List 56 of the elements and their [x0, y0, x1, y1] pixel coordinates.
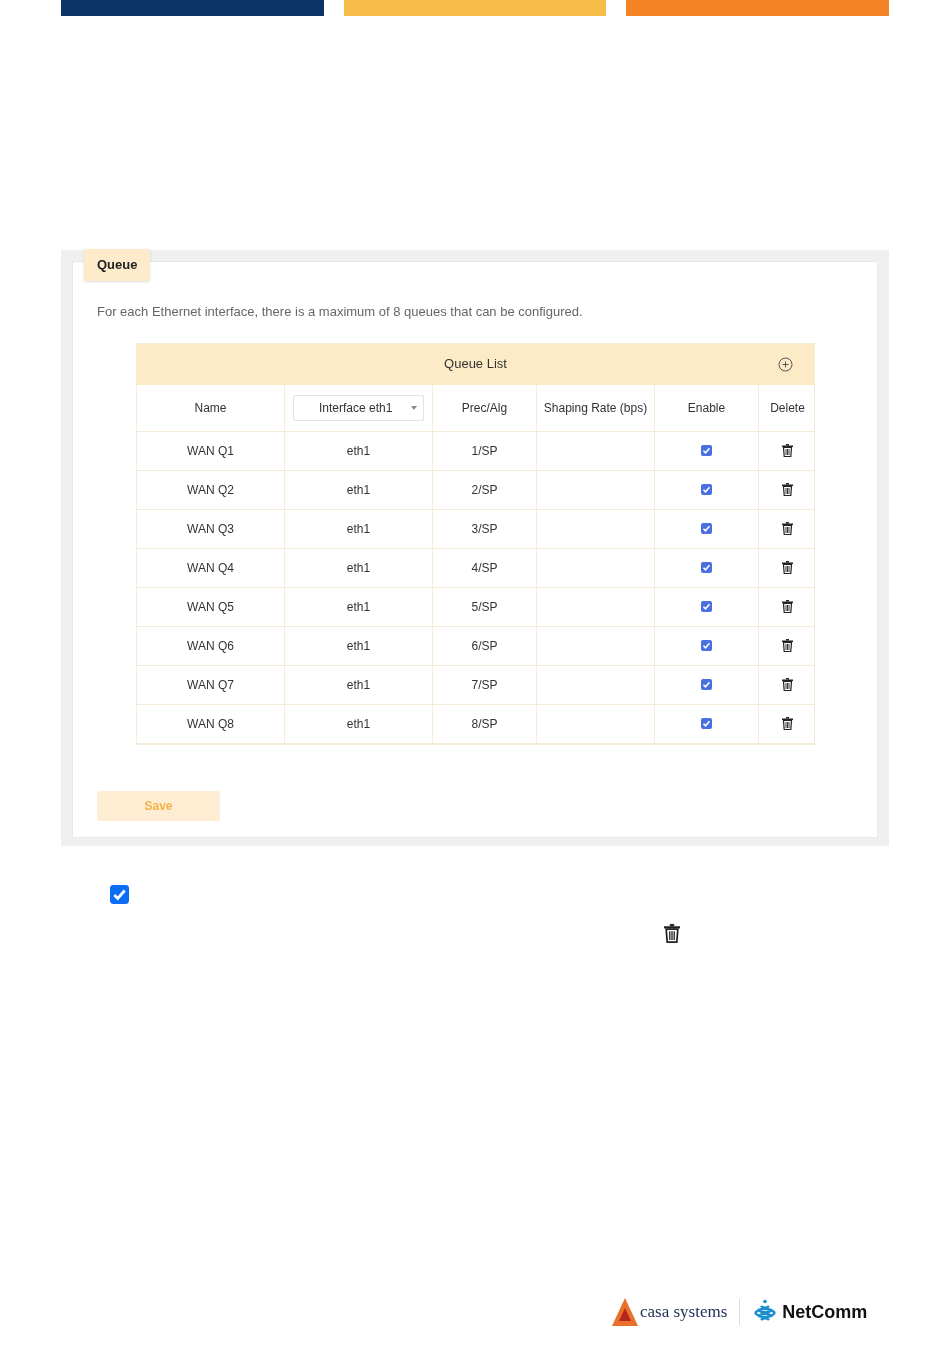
trash-icon[interactable] — [782, 717, 793, 730]
table-cell: WAN Q6 — [137, 626, 285, 665]
table-cell: eth1 — [285, 665, 433, 704]
table-cell: 6/SP — [433, 626, 537, 665]
add-icon[interactable] — [778, 356, 793, 372]
table-cell: WAN Q3 — [137, 509, 285, 548]
table-cell: WAN Q2 — [137, 470, 285, 509]
caret-icon — [411, 405, 417, 410]
table-cell: eth1 — [285, 587, 433, 626]
table-cell: eth1 — [285, 548, 433, 587]
checkbox[interactable] — [110, 884, 129, 904]
table-cell: WAN Q8 — [137, 704, 285, 743]
interface-select[interactable]: Interface eth1 — [293, 394, 424, 421]
column-header: Enable — [655, 384, 759, 431]
netcomm-logo-text: NetComm — [782, 1300, 868, 1324]
table-cell: 5/SP — [433, 587, 537, 626]
table-cell: 3/SP — [433, 509, 537, 548]
table-cell: WAN Q1 — [137, 431, 285, 470]
table-cell: eth1 — [285, 626, 433, 665]
column-header: Prec/Alg — [433, 384, 537, 431]
trash-icon[interactable] — [782, 561, 793, 574]
checkbox[interactable] — [701, 523, 712, 534]
checkbox[interactable] — [701, 484, 712, 495]
table-cell: 7/SP — [433, 665, 537, 704]
table-cell: 2/SP — [433, 470, 537, 509]
table-cell: WAN Q5 — [137, 587, 285, 626]
checkbox[interactable] — [701, 640, 712, 651]
table-cell: eth1 — [285, 509, 433, 548]
column-header: Shaping Rate (bps) — [537, 384, 655, 431]
trash-icon — [664, 923, 680, 943]
table-cell: eth1 — [285, 470, 433, 509]
trash-icon[interactable] — [782, 600, 793, 613]
column-header: Name — [137, 384, 285, 431]
trash-icon[interactable] — [782, 483, 793, 496]
checkbox[interactable] — [701, 718, 712, 729]
trash-icon[interactable] — [782, 522, 793, 535]
trash-icon[interactable] — [782, 639, 793, 652]
checkbox[interactable] — [701, 679, 712, 690]
table-cell: 4/SP — [433, 548, 537, 587]
checkbox[interactable] — [701, 562, 712, 573]
trash-icon[interactable] — [782, 444, 793, 457]
table-title: Queue List — [444, 355, 507, 374]
checkbox[interactable] — [701, 445, 712, 456]
table-cell: 8/SP — [433, 704, 537, 743]
queue-tab[interactable]: Queue — [84, 249, 151, 281]
checkbox[interactable] — [701, 601, 712, 612]
table-cell: WAN Q7 — [137, 665, 285, 704]
casa-logo-icon — [612, 1298, 638, 1326]
table-cell: eth1 — [285, 704, 433, 743]
trash-icon[interactable] — [782, 678, 793, 691]
description-text: For each Ethernet interface, there is a maximum of 8 queues that can be configured. — [97, 303, 584, 321]
table-cell: 1/SP — [433, 431, 537, 470]
table-cell: WAN Q4 — [137, 548, 285, 587]
column-header: Delete — [769, 399, 806, 417]
casa-logo-text: casa systems — [640, 1301, 728, 1324]
table-cell: eth1 — [285, 431, 433, 470]
